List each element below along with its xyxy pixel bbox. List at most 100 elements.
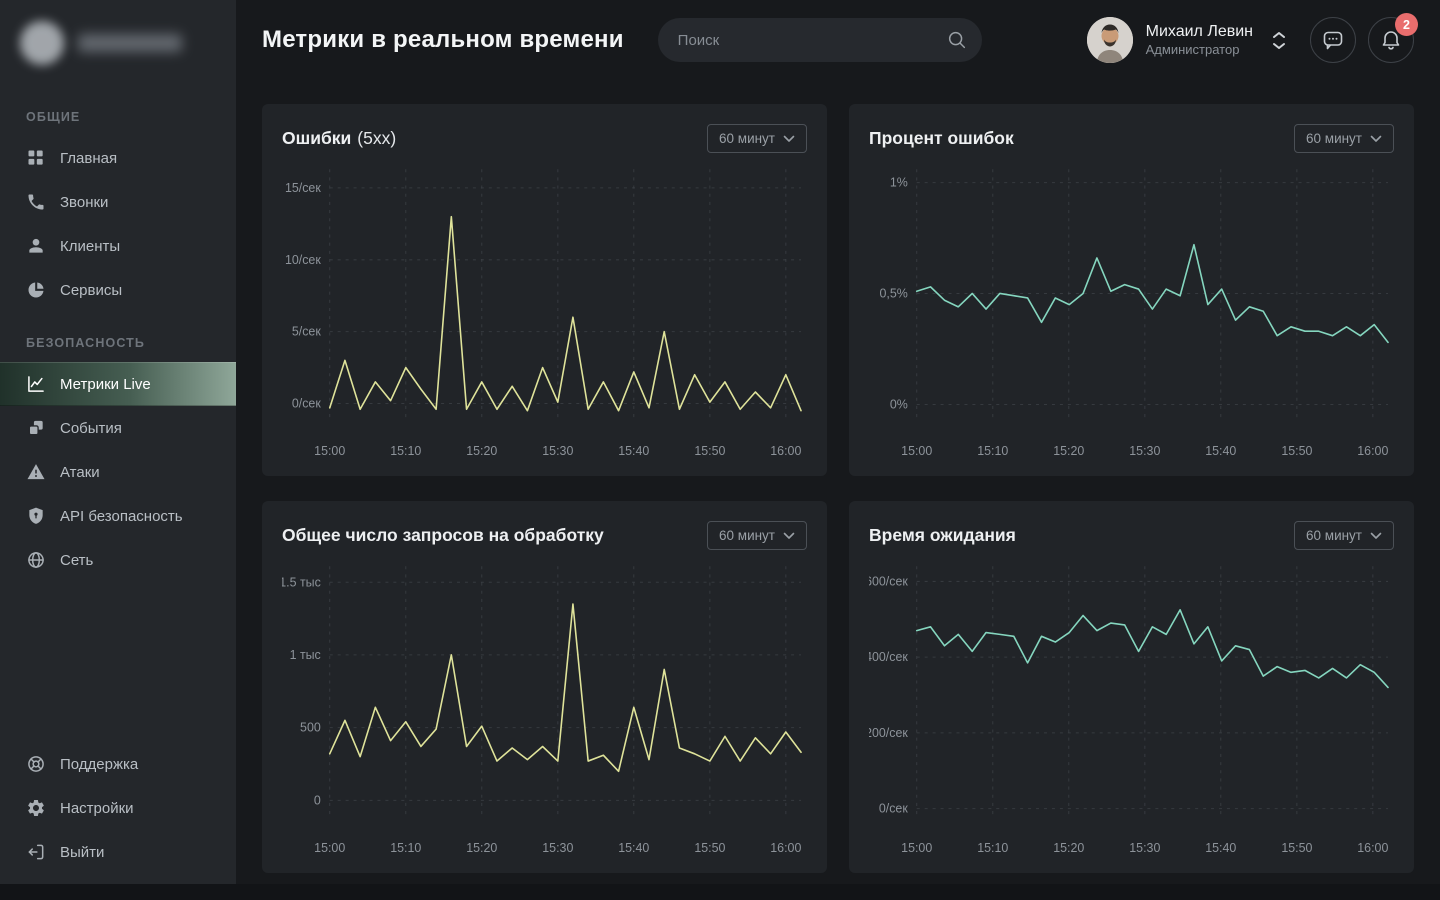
svg-text:15:10: 15:10: [390, 444, 421, 458]
svg-text:15:40: 15:40: [1205, 841, 1236, 855]
svg-text:1 тыс: 1 тыс: [290, 648, 321, 662]
svg-text:15:30: 15:30: [542, 444, 573, 458]
total-requests-chart: 05001 тыс1.5 тыс15:0015:1015:2015:3015:4…: [282, 554, 807, 860]
logo[interactable]: [0, 0, 236, 86]
sidebar-item-support[interactable]: Поддержка: [0, 742, 236, 786]
search-input[interactable]: [658, 32, 982, 49]
sidebar-item-attacks[interactable]: Атаки: [0, 450, 236, 494]
sidebar-item-label: Выйти: [60, 844, 104, 861]
svg-text:15:50: 15:50: [1281, 444, 1312, 458]
sidebar-item-label: Атаки: [60, 464, 100, 481]
main-area: Метрики в реальном времени: [236, 0, 1440, 900]
sidebar-item-label: API безопасность: [60, 508, 183, 525]
time-range-select[interactable]: 60 минут: [707, 521, 807, 550]
panel-errors-5xx: Ошибки(5xx) 60 минут 0/сек5/сек10/сек15/…: [262, 104, 827, 476]
sidebar-item-label: Сеть: [60, 552, 93, 569]
chart-line-icon: [26, 374, 46, 394]
chevron-down-icon: [1370, 135, 1382, 143]
sidebar-item-network[interactable]: Сеть: [0, 538, 236, 582]
sidebar-item-label: Главная: [60, 150, 117, 167]
sidebar-footer: Поддержка Настройки Выйти: [0, 742, 236, 900]
sidebar-item-label: Сервисы: [60, 282, 122, 299]
time-range-select[interactable]: 60 минут: [1294, 521, 1394, 550]
svg-text:15:30: 15:30: [1129, 841, 1160, 855]
sidebar-item-label: Поддержка: [60, 756, 138, 773]
pie-chart-icon: [26, 280, 46, 300]
header: Метрики в реальном времени: [236, 0, 1440, 80]
sidebar-item-settings[interactable]: Настройки: [0, 786, 236, 830]
phone-icon: [26, 192, 46, 212]
error-rate-chart: 0%0,5%1%15:0015:1015:2015:3015:4015:5016…: [869, 157, 1394, 463]
sidebar-item-label: Метрики Live: [60, 376, 151, 393]
svg-text:16:00: 16:00: [770, 444, 801, 458]
app-root: ОБЩИЕ Главная Звонки Клиенты: [0, 0, 1440, 900]
svg-text:15:00: 15:00: [901, 444, 932, 458]
dashboard-grid: Ошибки(5xx) 60 минут 0/сек5/сек10/сек15/…: [236, 80, 1440, 897]
user-icon: [26, 236, 46, 256]
errors-5xx-chart: 0/сек5/сек10/сек15/сек15:0015:1015:2015:…: [282, 157, 807, 463]
section-label-general: ОБЩИЕ: [0, 110, 236, 124]
notifications-button[interactable]: 2: [1368, 17, 1414, 63]
svg-text:15:00: 15:00: [314, 841, 345, 855]
section-label-security: БЕЗОПАСНОСТЬ: [0, 336, 236, 350]
svg-text:15:00: 15:00: [901, 841, 932, 855]
life-buoy-icon: [26, 754, 46, 774]
svg-text:15:00: 15:00: [314, 444, 345, 458]
svg-text:0,5%: 0,5%: [879, 286, 907, 300]
wait-time-chart: 0/сек 200/сек 400/сек 600/сек 15:00 15:10 15:2…: [869, 554, 1394, 860]
sidebar-item-home[interactable]: Главная: [0, 136, 236, 180]
svg-text:400/сек: 400/сек: [869, 650, 908, 664]
logo-icon: [20, 21, 64, 65]
svg-text:16:00: 16:00: [1357, 841, 1388, 855]
panel-total-requests: Общее число запросов на обработку 60 мин…: [262, 501, 827, 873]
chevron-down-icon: [1272, 42, 1286, 50]
sidebar-item-label: События: [60, 420, 122, 437]
sidebar-item-logout[interactable]: Выйти: [0, 830, 236, 874]
layers-icon: [26, 418, 46, 438]
shield-key-icon: [26, 506, 46, 526]
panel-wait-time: Время ожидания 60 минут 0/сек200/сек400/…: [849, 501, 1414, 873]
sidebar-item-clients[interactable]: Клиенты: [0, 224, 236, 268]
notification-badge: 2: [1395, 13, 1418, 36]
sidebar-item-calls[interactable]: Звонки: [0, 180, 236, 224]
user-name: Михаил Левин: [1146, 22, 1253, 42]
svg-text:200/сек: 200/сек: [869, 726, 908, 740]
svg-text:15:50: 15:50: [694, 444, 725, 458]
chevron-down-icon: [783, 532, 795, 540]
page-title: Метрики в реальном времени: [262, 26, 624, 54]
svg-text:15:40: 15:40: [618, 444, 649, 458]
user-info: Михаил Левин Администратор: [1146, 22, 1253, 58]
time-range-select[interactable]: 60 минут: [707, 124, 807, 153]
messages-button[interactable]: [1310, 17, 1356, 63]
globe-icon: [26, 550, 46, 570]
svg-text:10/сек: 10/сек: [285, 253, 321, 267]
svg-text:15:20: 15:20: [466, 444, 497, 458]
svg-text:15:20: 15:20: [1053, 841, 1084, 855]
svg-text:15:40: 15:40: [618, 841, 649, 855]
svg-text:15:10: 15:10: [977, 444, 1008, 458]
svg-text:15:50: 15:50: [1281, 841, 1312, 855]
svg-text:15:10: 15:10: [977, 841, 1008, 855]
gear-icon: [26, 798, 46, 818]
svg-text:0/сек: 0/сек: [292, 396, 321, 410]
time-range-select[interactable]: 60 минут: [1294, 124, 1394, 153]
sidebar-item-label: Настройки: [60, 800, 134, 817]
svg-text:15:20: 15:20: [466, 841, 497, 855]
sidebar-item-metrics-live[interactable]: Метрики Live: [0, 362, 236, 406]
sidebar-item-label: Клиенты: [60, 238, 120, 255]
chevron-down-icon: [783, 135, 795, 143]
sidebar-item-services[interactable]: Сервисы: [0, 268, 236, 312]
search-icon: [946, 29, 968, 51]
svg-text:0%: 0%: [890, 397, 908, 411]
user-menu-toggle[interactable]: [1272, 31, 1286, 50]
user-role: Администратор: [1146, 42, 1253, 58]
user-menu[interactable]: Михаил Левин Администратор: [1087, 17, 1286, 63]
sidebar: ОБЩИЕ Главная Звонки Клиенты: [0, 0, 236, 900]
sidebar-item-events[interactable]: События: [0, 406, 236, 450]
panel-title: Процент ошибок: [869, 128, 1020, 149]
sidebar-item-api-security[interactable]: API безопасность: [0, 494, 236, 538]
svg-text:0/сек: 0/сек: [879, 802, 908, 816]
warning-triangle-icon: [26, 462, 46, 482]
svg-text:600/сек: 600/сек: [869, 574, 908, 588]
panel-error-rate: Процент ошибок 60 минут 0%0,5%1%15:0015:…: [849, 104, 1414, 476]
